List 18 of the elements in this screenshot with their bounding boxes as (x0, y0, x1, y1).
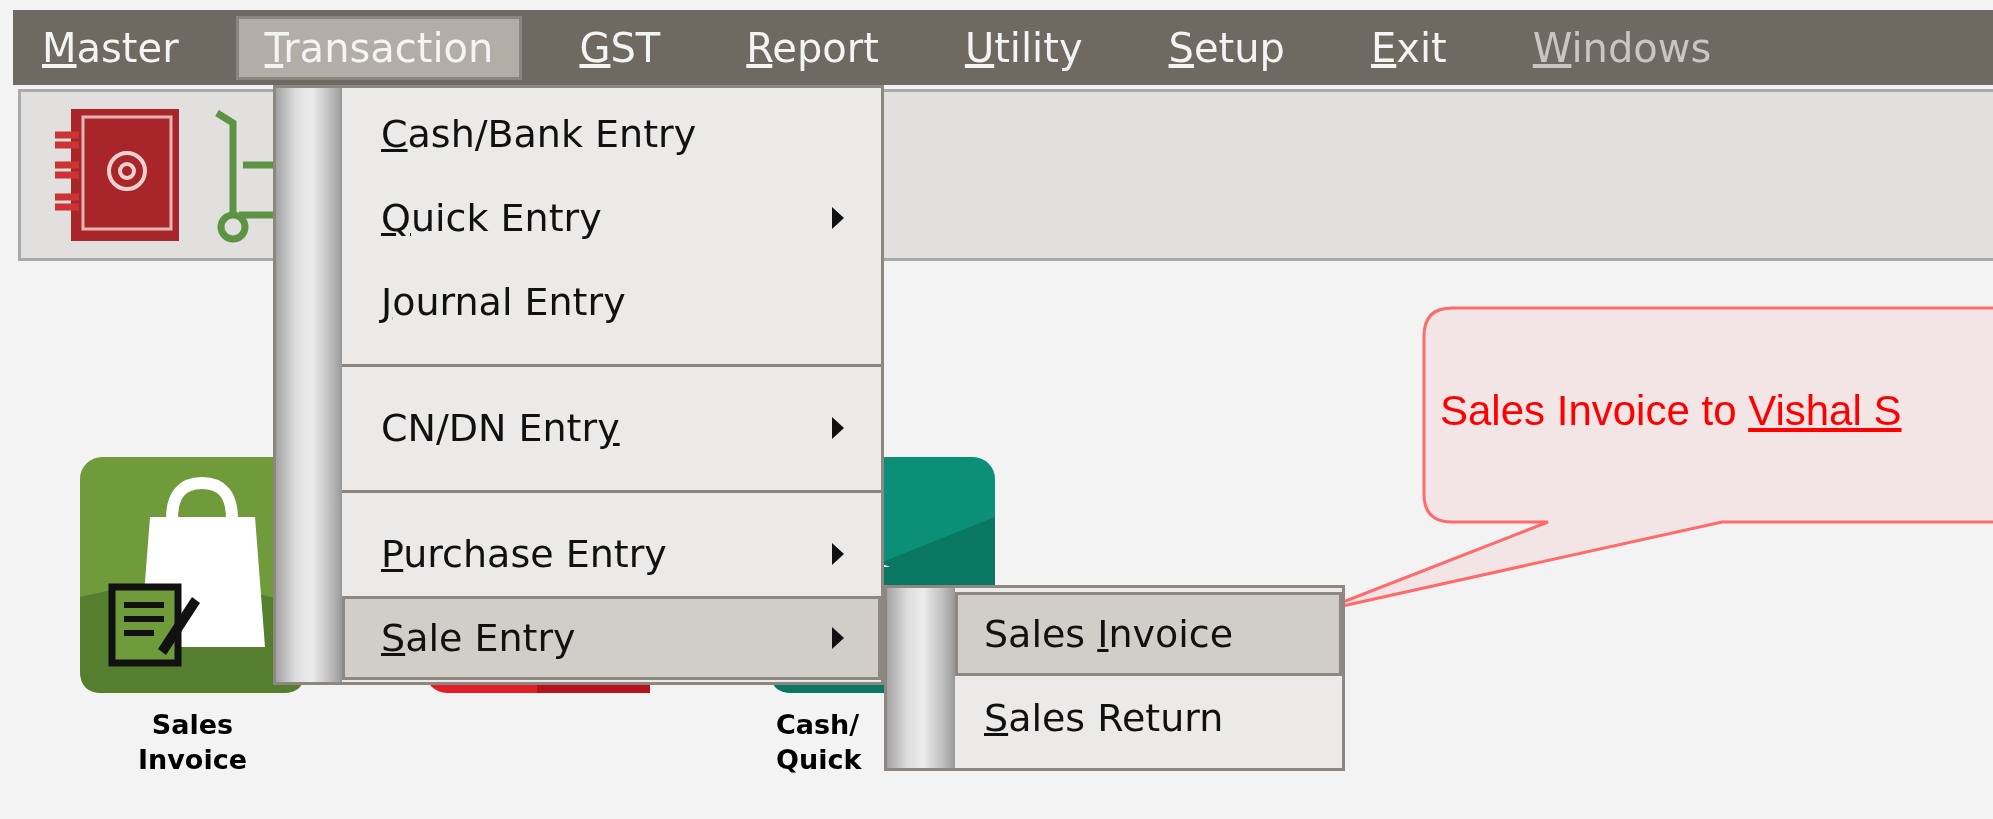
menu-item[interactable]: Utility (935, 15, 1112, 80)
menu-item[interactable]: Quick Entry (342, 176, 881, 260)
menu-item[interactable]: Journal Entry (342, 260, 881, 344)
tile-label: Cash/ Quick (776, 708, 862, 778)
menu-item[interactable]: Cash/Bank Entry (342, 92, 881, 176)
menu-item[interactable]: Master (13, 15, 208, 80)
menu-item[interactable]: Sales Return (955, 676, 1342, 760)
callout-link[interactable]: Vishal S (1748, 387, 1902, 434)
callout-text: Sales Invoice to Vishal S (1440, 386, 1902, 436)
menu-item[interactable]: Sales Invoice (955, 592, 1342, 676)
tile-label: Sales Invoice (138, 708, 247, 778)
menu-item[interactable]: GST (550, 15, 690, 80)
menu-item[interactable]: Sale Entry (342, 596, 881, 680)
menu-item[interactable]: Report (717, 15, 908, 80)
menu-item[interactable]: CN/DN Entry (342, 386, 881, 470)
menu-item[interactable]: Setup (1139, 15, 1314, 80)
menu-item[interactable]: Purchase Entry (342, 512, 881, 596)
menu-item[interactable]: Exit (1342, 15, 1476, 80)
